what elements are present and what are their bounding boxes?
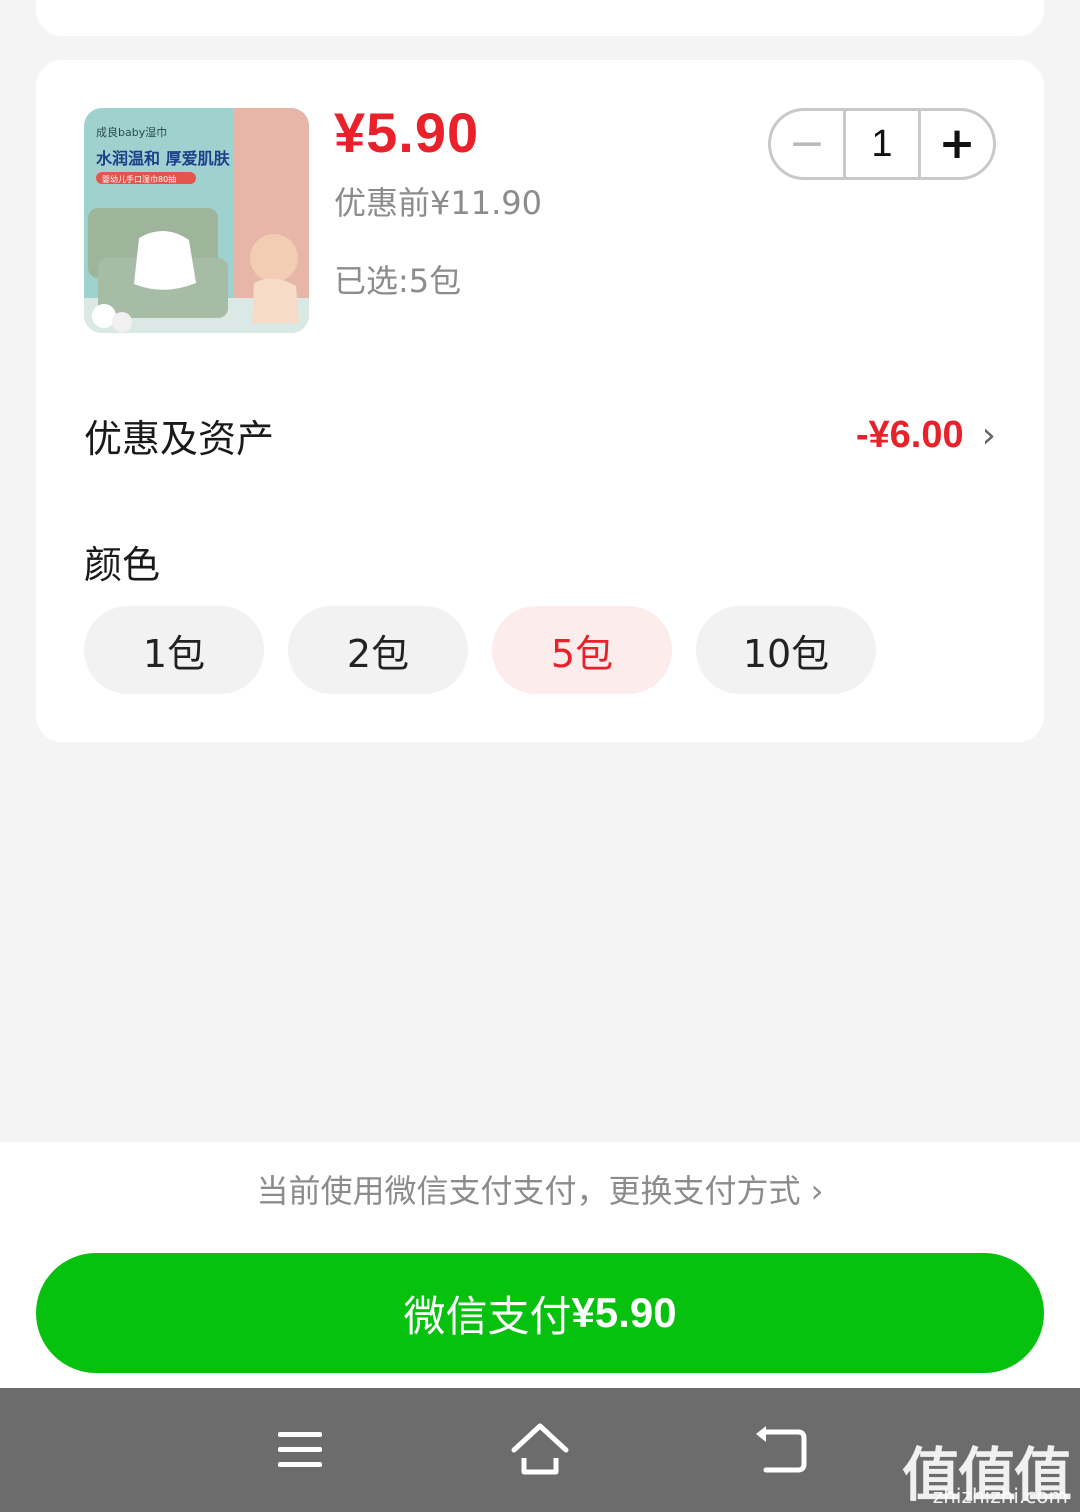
previous-card xyxy=(36,0,1044,36)
product-price: ¥5.90 xyxy=(334,101,480,164)
pay-button-label: 微信支付 xyxy=(403,1291,572,1341)
wechat-pay-button[interactable]: 微信支付 ¥5.90 xyxy=(36,1253,1044,1373)
option-2pack[interactable]: 2包 xyxy=(288,606,468,694)
original-price: 优惠前¥11.90 xyxy=(334,184,542,222)
order-card: 成良baby湿巾 水润温和 厚爱肌肤 婴幼儿手口湿巾80抽 ¥5.90 优惠前¥… xyxy=(36,60,1044,742)
back-icon[interactable] xyxy=(752,1420,808,1480)
option-10pack[interactable]: 10包 xyxy=(696,606,876,694)
image-headline-text: 水润温和 厚爱肌肤 xyxy=(96,149,231,168)
decrease-quantity-button[interactable]: − xyxy=(771,111,843,177)
color-section-label: 颜色 xyxy=(84,543,161,587)
image-brand-text: 成良baby湿巾 xyxy=(96,125,167,139)
discount-label: 优惠及资产 xyxy=(84,416,275,461)
menu-icon[interactable] xyxy=(276,1420,324,1480)
discount-value: -¥6.00 xyxy=(855,413,964,456)
product-image-graphic: 成良baby湿巾 水润温和 厚爱肌肤 婴幼儿手口湿巾80抽 xyxy=(84,108,309,333)
watermark-url: zhizhizhi.com xyxy=(932,1484,1068,1508)
chevron-right-icon: › xyxy=(981,414,996,456)
quantity-stepper: − 1 + xyxy=(768,108,996,180)
quantity-value[interactable]: 1 xyxy=(843,111,921,177)
product-image[interactable]: 成良baby湿巾 水润温和 厚爱肌肤 婴幼儿手口湿巾80抽 xyxy=(84,108,309,333)
selected-spec: 已选:5包 xyxy=(334,262,462,300)
discount-row[interactable]: 优惠及资产 -¥6.00 › xyxy=(84,400,996,470)
increase-quantity-button[interactable]: + xyxy=(921,111,993,177)
option-1pack[interactable]: 1包 xyxy=(84,606,264,694)
change-payment-method-link[interactable]: 当前使用微信支付支付，更换支付方式 › xyxy=(0,1166,1080,1212)
pay-button-amount: ¥5.90 xyxy=(571,1289,677,1336)
option-5pack-selected[interactable]: 5包 xyxy=(492,606,672,694)
home-icon[interactable] xyxy=(510,1420,570,1480)
image-tag-text: 婴幼儿手口湿巾80抽 xyxy=(102,174,176,184)
color-options: 1包 2包 5包 10包 xyxy=(84,606,876,694)
